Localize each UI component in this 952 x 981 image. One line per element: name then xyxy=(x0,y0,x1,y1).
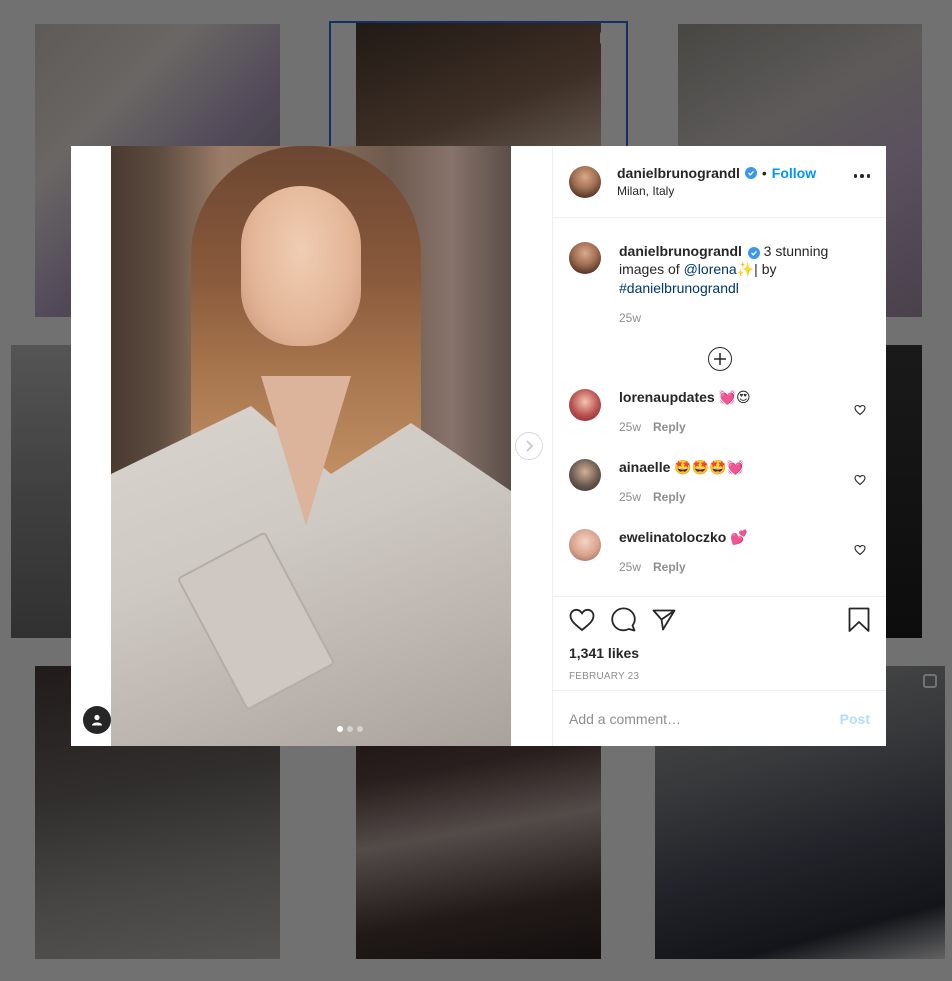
comment-input[interactable] xyxy=(569,710,840,727)
reply-button[interactable]: Reply xyxy=(653,490,686,504)
comment-time: 25w xyxy=(619,490,642,504)
comment-item: ewelinatoloczko 💕 25w Reply xyxy=(569,529,870,596)
post-modal: danielbrunograndl • Follow Milan, Italy … xyxy=(71,146,886,746)
comment-username[interactable]: ainaelle xyxy=(619,459,670,475)
post-date: FEBRUARY 23 xyxy=(569,671,640,682)
carousel-dot xyxy=(347,726,353,732)
caption-hashtag-link[interactable]: #danielbrunograndl xyxy=(619,280,739,296)
avatar[interactable] xyxy=(569,165,601,198)
like-heart-icon[interactable] xyxy=(569,608,595,637)
caption-username[interactable]: danielbrunograndl xyxy=(619,243,742,259)
follow-button[interactable]: Follow xyxy=(772,165,816,181)
likes-count[interactable]: 1,341 likes xyxy=(569,645,870,661)
save-bookmark-icon[interactable] xyxy=(848,607,870,638)
carousel-dots xyxy=(337,726,363,732)
post-photo[interactable] xyxy=(111,146,511,746)
reply-button[interactable]: Reply xyxy=(653,420,686,434)
carousel-dot-active xyxy=(337,726,343,732)
comment-text: 💓😍 xyxy=(718,390,751,406)
location-link[interactable]: Milan, Italy xyxy=(617,184,816,198)
comments-section: danielbrunograndl 3 stunning images of @… xyxy=(553,218,886,596)
comment-bubble-icon[interactable] xyxy=(611,607,636,637)
caption-time: 25w xyxy=(619,311,642,325)
carousel-dot xyxy=(357,726,363,732)
plus-circle-icon xyxy=(707,347,732,371)
chevron-right-icon xyxy=(526,440,534,452)
like-comment-heart-icon[interactable] xyxy=(854,403,866,421)
comment-text: 🤩🤩🤩💓 xyxy=(674,460,744,476)
comment-text: 💕 xyxy=(730,530,748,546)
comment-avatar[interactable] xyxy=(569,389,601,421)
comment-item: ainaelle 🤩🤩🤩💓 25w Reply xyxy=(569,459,870,529)
caption-emoji: ✨ xyxy=(736,262,755,278)
reply-button[interactable]: Reply xyxy=(653,560,686,574)
post-sidebar: danielbrunograndl • Follow Milan, Italy … xyxy=(552,146,886,746)
user-icon xyxy=(92,714,102,726)
caption-by: | by xyxy=(754,261,777,277)
comment-username[interactable]: ewelinatoloczko xyxy=(619,529,726,545)
load-more-comments[interactable] xyxy=(569,347,870,371)
post-comment-button[interactable]: Post xyxy=(840,711,870,727)
post-actions: 1,341 likes FEBRUARY 23 xyxy=(553,596,886,690)
verified-badge-icon xyxy=(744,167,757,179)
tagged-users-button[interactable] xyxy=(83,706,111,734)
verified-badge-icon xyxy=(747,247,760,259)
comment-time: 25w xyxy=(619,560,642,574)
more-options-button[interactable] xyxy=(853,174,870,178)
comment-avatar[interactable] xyxy=(569,459,601,491)
post-media xyxy=(71,146,552,746)
comment-time: 25w xyxy=(619,420,642,434)
header-username[interactable]: danielbrunograndl xyxy=(617,165,740,181)
add-comment-bar: Post xyxy=(553,690,886,746)
like-comment-heart-icon[interactable] xyxy=(854,543,866,561)
caption-avatar[interactable] xyxy=(569,242,601,274)
separator-dot: • xyxy=(761,165,767,181)
next-image-button[interactable] xyxy=(515,432,543,460)
post-caption: danielbrunograndl 3 stunning images of @… xyxy=(569,242,870,325)
post-header: danielbrunograndl • Follow Milan, Italy xyxy=(553,146,886,218)
caption-mention-link[interactable]: @lorena xyxy=(684,261,737,277)
comment-avatar[interactable] xyxy=(569,529,601,561)
comment-item: lorenaupdates 💓😍 25w Reply xyxy=(569,389,870,459)
more-dots-icon xyxy=(853,174,857,178)
like-comment-heart-icon[interactable] xyxy=(854,473,866,491)
share-paper-plane-icon[interactable] xyxy=(652,609,676,636)
comment-username[interactable]: lorenaupdates xyxy=(619,389,715,405)
